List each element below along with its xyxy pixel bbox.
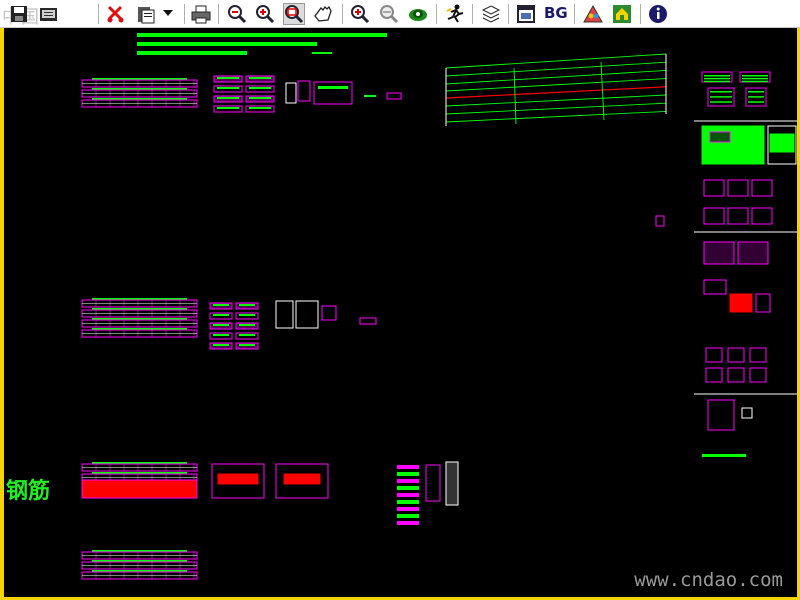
zoom-previous-icon[interactable] (378, 3, 400, 25)
paste-icon[interactable] (135, 3, 157, 25)
home-icon[interactable] (611, 3, 633, 25)
info-icon[interactable] (647, 3, 669, 25)
cad-drawing (81, 33, 797, 580)
toolbar: 中国 (0, 0, 800, 28)
drawing-canvas[interactable]: 钢筋 www.cndao.com (4, 28, 797, 597)
zoom-in-icon[interactable] (254, 3, 276, 25)
bg-icon[interactable]: BG (544, 4, 568, 24)
view-eye-icon[interactable] (407, 3, 429, 25)
print-icon[interactable] (190, 3, 212, 25)
running-man-icon[interactable] (444, 3, 466, 25)
layers-icon[interactable] (480, 3, 502, 25)
dropdown-arrow-icon[interactable] (160, 3, 176, 25)
zoom-window-icon[interactable] (283, 3, 305, 25)
side-heading: 钢筋 (6, 479, 51, 504)
watermark: www.cndao.com (634, 569, 783, 591)
people-icon[interactable] (582, 3, 604, 25)
open-icon[interactable] (38, 3, 60, 25)
zoom-out-icon[interactable] (226, 3, 248, 25)
cut-icon[interactable] (105, 3, 127, 25)
pan-hand-icon[interactable] (312, 3, 334, 25)
window-icon[interactable] (515, 3, 537, 25)
zoom-realtime-icon[interactable] (349, 3, 371, 25)
save-icon[interactable] (8, 3, 30, 25)
